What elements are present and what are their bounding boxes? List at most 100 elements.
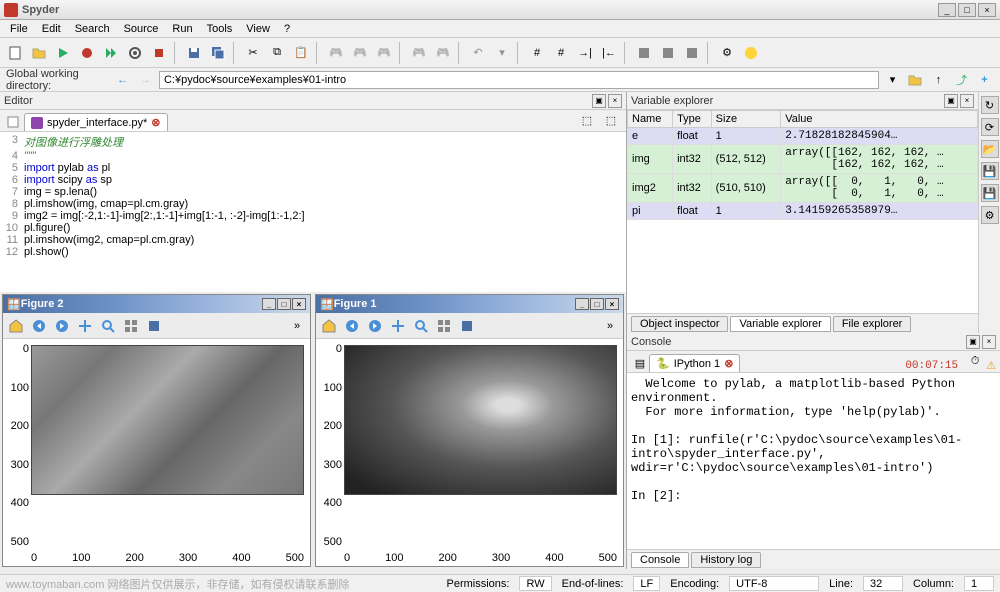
menu-edit[interactable]: Edit xyxy=(36,21,67,37)
console-undock-icon[interactable]: ▣ xyxy=(966,335,980,349)
run-icon[interactable] xyxy=(52,42,74,64)
gamepad5-icon[interactable]: 🎮 xyxy=(432,42,454,64)
close-button[interactable]: × xyxy=(978,3,996,17)
new-file-icon[interactable] xyxy=(4,42,26,64)
config-icon[interactable] xyxy=(124,42,146,64)
variable-table[interactable]: NameTypeSizeValueefloat12.71828182845904… xyxy=(627,110,978,313)
subplot-icon[interactable] xyxy=(120,315,142,337)
fwd-icon[interactable]: → xyxy=(136,69,155,91)
console-tab[interactable]: 🐍 IPython 1 ⊗ xyxy=(649,354,740,372)
options-icon[interactable]: ⚙ xyxy=(981,206,999,224)
gamepad3-icon[interactable]: 🎮 xyxy=(373,42,395,64)
fig-opts-icon[interactable]: » xyxy=(599,315,621,337)
warning-icon[interactable]: ⚠ xyxy=(986,359,996,372)
code-editor[interactable]: 3对图像进行浮雕处理4"""5import pylab as pl6import… xyxy=(0,132,626,292)
refresh-icon[interactable]: ↻ xyxy=(981,96,999,114)
tab-console[interactable]: Console xyxy=(631,552,689,568)
varexp-close-icon[interactable]: × xyxy=(960,94,974,108)
new-tab-icon[interactable] xyxy=(4,113,22,131)
split-v-icon[interactable]: ⬚ xyxy=(600,109,622,131)
menu-run[interactable]: Run xyxy=(166,21,198,37)
python-path-icon[interactable] xyxy=(740,42,762,64)
split-h-icon[interactable]: ⬚ xyxy=(576,109,598,131)
saveall-icon[interactable] xyxy=(207,42,229,64)
pan-icon[interactable] xyxy=(387,315,409,337)
parent-icon[interactable]: ⤴ xyxy=(952,69,971,91)
debug-icon[interactable] xyxy=(76,42,98,64)
tool1-icon[interactable] xyxy=(633,42,655,64)
fig-close-icon[interactable]: × xyxy=(292,298,306,310)
back-nav-icon[interactable] xyxy=(341,315,363,337)
gamepad1-icon[interactable]: 🎮 xyxy=(325,42,347,64)
editor-close-icon[interactable]: × xyxy=(608,94,622,108)
fig-min-icon[interactable]: _ xyxy=(262,298,276,310)
menu-view[interactable]: View xyxy=(240,21,276,37)
savefig-icon[interactable] xyxy=(456,315,478,337)
stop-icon[interactable] xyxy=(148,42,170,64)
menu-help[interactable]: ? xyxy=(278,21,296,37)
maximize-button[interactable]: □ xyxy=(958,3,976,17)
subplot-icon[interactable] xyxy=(433,315,455,337)
copy-icon[interactable]: ⧉ xyxy=(266,42,288,64)
run-cell-icon[interactable] xyxy=(100,42,122,64)
varexp-undock-icon[interactable]: ▣ xyxy=(944,94,958,108)
refresh-auto-icon[interactable]: ⟳ xyxy=(981,118,999,136)
fig-opts-icon[interactable]: » xyxy=(286,315,308,337)
unindent-icon[interactable]: |← xyxy=(598,42,620,64)
paste-icon[interactable]: 📋 xyxy=(290,42,312,64)
browse-folder-icon[interactable] xyxy=(906,69,925,91)
figure1-image xyxy=(344,345,617,495)
console-output[interactable]: Welcome to pylab, a matplotlib-based Pyt… xyxy=(627,373,1000,549)
gamepad4-icon[interactable]: 🎮 xyxy=(408,42,430,64)
gamepad2-icon[interactable]: 🎮 xyxy=(349,42,371,64)
menu-search[interactable]: Search xyxy=(69,21,116,37)
save-icon[interactable] xyxy=(183,42,205,64)
fig-max-icon[interactable]: □ xyxy=(277,298,291,310)
pan-icon[interactable] xyxy=(74,315,96,337)
fwd-nav-icon[interactable] xyxy=(364,315,386,337)
fig-close-icon[interactable]: × xyxy=(605,298,619,310)
undo-icon[interactable]: ↶ xyxy=(467,42,489,64)
back-nav-icon[interactable] xyxy=(28,315,50,337)
prefs-icon[interactable]: ⚙ xyxy=(716,42,738,64)
add-wd-icon[interactable]: + xyxy=(975,69,994,91)
import-icon[interactable]: 📂 xyxy=(981,140,999,158)
indent-icon[interactable]: →| xyxy=(574,42,596,64)
home-icon[interactable] xyxy=(5,315,27,337)
editor-undock-icon[interactable]: ▣ xyxy=(592,94,606,108)
comment-icon[interactable]: # xyxy=(526,42,548,64)
up-folder-icon[interactable]: ↑ xyxy=(929,69,948,91)
zoom-icon[interactable] xyxy=(410,315,432,337)
tool3-icon[interactable] xyxy=(681,42,703,64)
home-icon[interactable] xyxy=(318,315,340,337)
zoom-icon[interactable] xyxy=(97,315,119,337)
timer-icon[interactable]: ⏱ xyxy=(964,350,986,372)
fig-min-icon[interactable]: _ xyxy=(575,298,589,310)
workdir-input[interactable] xyxy=(159,71,879,89)
open-file-icon[interactable] xyxy=(28,42,50,64)
uncomment-icon[interactable]: # xyxy=(550,42,572,64)
console-close-icon[interactable]: × xyxy=(982,335,996,349)
savefig-icon[interactable] xyxy=(143,315,165,337)
fig-max-icon[interactable]: □ xyxy=(590,298,604,310)
editor-tab[interactable]: spyder_interface.py* ⊗ xyxy=(24,113,168,131)
cut-icon[interactable]: ✂ xyxy=(242,42,264,64)
minimize-button[interactable]: _ xyxy=(938,3,956,17)
saveas-icon[interactable]: 💾 xyxy=(981,184,999,202)
tab-variable-explorer[interactable]: Variable explorer xyxy=(730,316,830,332)
menu-file[interactable]: File xyxy=(4,21,34,37)
fwd-nav-icon[interactable] xyxy=(51,315,73,337)
workdir-drop-icon[interactable]: ▾ xyxy=(883,69,902,91)
menu-source[interactable]: Source xyxy=(118,21,165,37)
redo-icon[interactable]: ▾ xyxy=(491,42,513,64)
console-tab-close-icon[interactable]: ⊗ xyxy=(724,357,733,370)
tab-close-icon[interactable]: ⊗ xyxy=(151,116,160,129)
tab-history[interactable]: History log xyxy=(691,552,761,568)
tab-object-inspector[interactable]: Object inspector xyxy=(631,316,728,332)
new-console-icon[interactable]: ▤ xyxy=(631,354,649,372)
tab-file-explorer[interactable]: File explorer xyxy=(833,316,912,332)
back-icon[interactable]: ← xyxy=(113,69,132,91)
menu-tools[interactable]: Tools xyxy=(201,21,239,37)
tool2-icon[interactable] xyxy=(657,42,679,64)
save-data-icon[interactable]: 💾 xyxy=(981,162,999,180)
